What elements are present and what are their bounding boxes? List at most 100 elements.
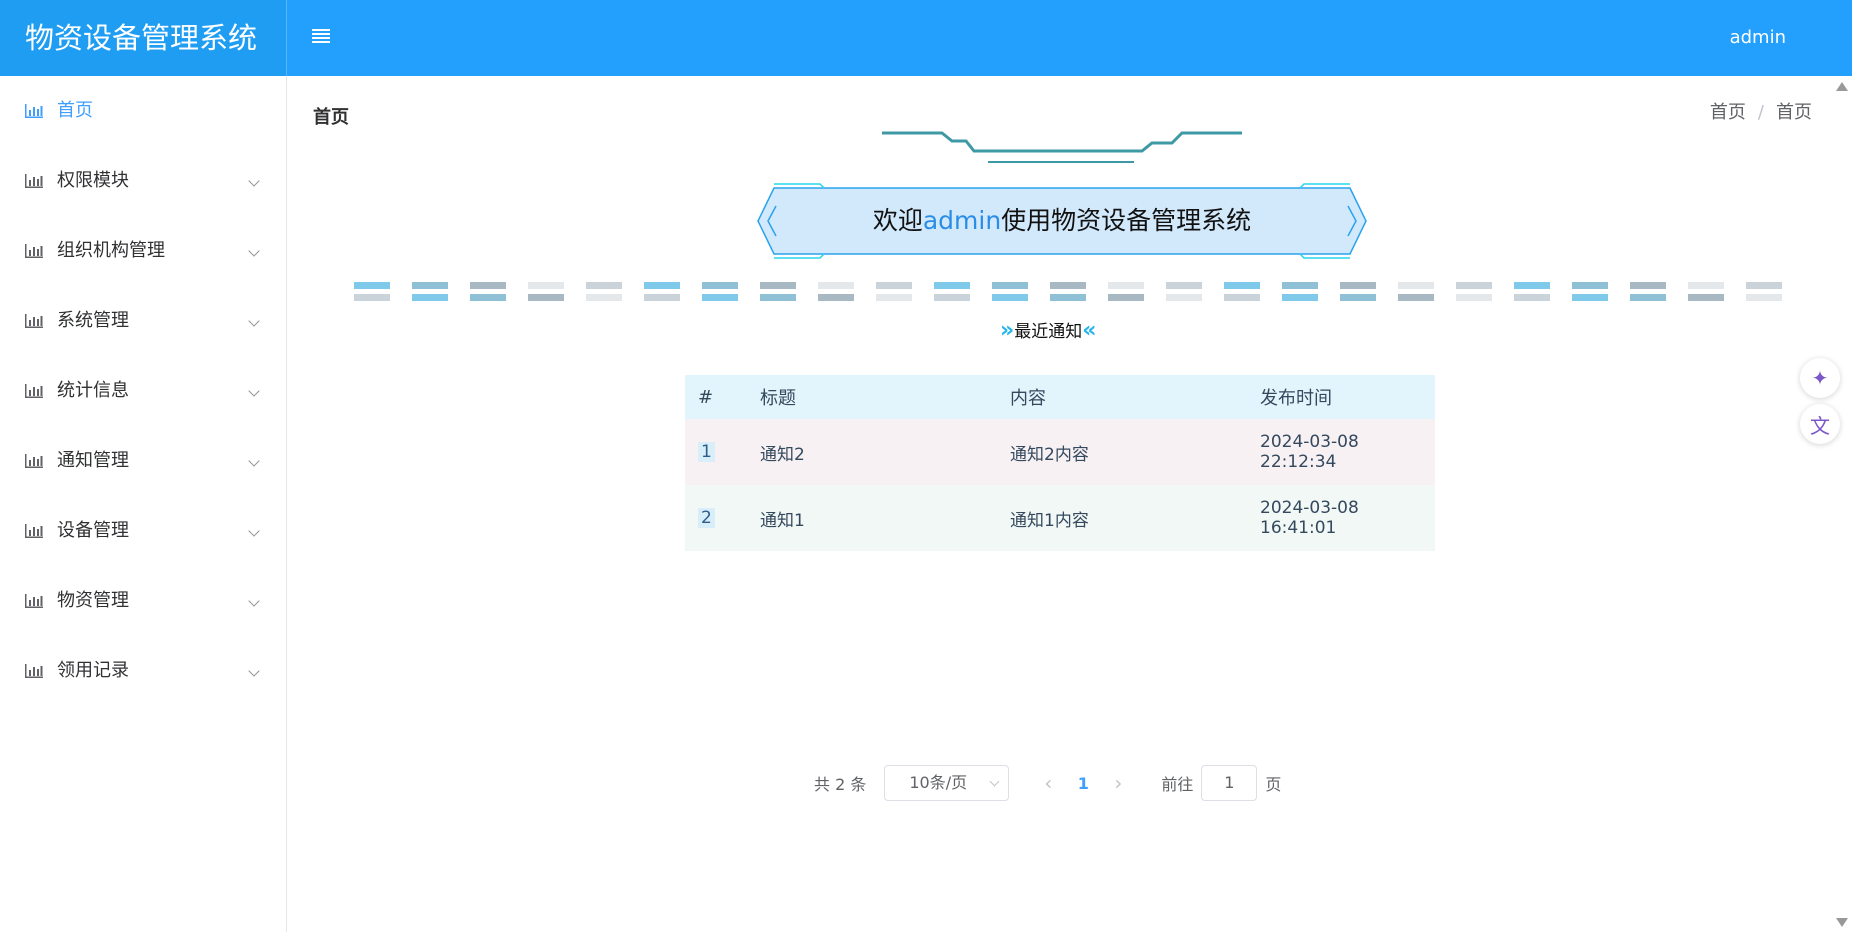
page-number[interactable]: 1 [1063,774,1103,793]
decorative-dash [354,282,390,289]
user-name[interactable]: admin [1730,0,1786,76]
sidebar-item-organization[interactable]: 组织机构管理 [0,216,286,286]
chevron-down-icon [248,665,260,677]
pagination-total: 共 2 条 [814,775,867,794]
hamburger-icon[interactable] [312,27,338,49]
decorative-dash [644,294,680,301]
decorative-dash [1514,282,1550,289]
row-time: 2024-03-08 22:12:34 [1260,432,1359,472]
sidebar-item-materials[interactable]: 物资管理 [0,566,286,636]
bar-chart-icon [25,244,43,258]
sidebar-item-label: 领用记录 [57,660,129,681]
decorative-dash [1572,294,1608,301]
row-content: 通知2内容 [1010,444,1089,465]
welcome-text: 欢迎admin使用物资设备管理系统 [754,180,1370,262]
pagination: 共 2 条 10条/页 ‹ 1 › 前往 1 页 [814,765,1281,801]
decorative-dash [1166,282,1202,289]
sidebar-item-label: 物资管理 [57,590,129,611]
column-header: # [698,386,714,408]
decorative-dash [412,282,448,289]
decorative-dash [1746,294,1782,301]
decorative-dash [1224,282,1260,289]
page-size-select[interactable]: 10条/页 [884,765,1010,801]
decorative-dash-row [354,282,1782,304]
scroll-up-arrow[interactable] [1836,82,1848,91]
sidebar: 首页 权限模块 组织机构管理 系统管理 统计信息 通知管理 设备管理 物资管理 … [0,76,287,932]
chevron-down-icon [248,595,260,607]
column-header: 标题 [760,388,796,409]
decorative-dash [876,294,912,301]
bar-chart-icon [25,664,43,678]
sidebar-item-notices[interactable]: 通知管理 [0,426,286,496]
decorative-dash [1050,282,1086,289]
row-title: 通知1 [760,510,805,531]
decorative-dash [818,294,854,301]
double-chevron-right-icon: » [1000,318,1015,343]
sidebar-item-records[interactable]: 领用记录 [0,636,286,706]
notice-title-text: 最近通知 [1014,322,1083,342]
decorative-dash [412,294,448,301]
goto-suffix: 页 [1265,775,1282,794]
decorative-dash [470,282,506,289]
sparkle-icon[interactable]: ✦ [1800,358,1840,398]
next-page-button[interactable]: › [1103,771,1133,795]
sidebar-item-equipment[interactable]: 设备管理 [0,496,286,566]
row-title: 通知2 [760,444,805,465]
column-header: 发布时间 [1260,388,1332,409]
decorative-dash [818,282,854,289]
scrollbar[interactable] [1832,76,1852,932]
prev-page-button[interactable]: ‹ [1033,771,1063,795]
sidebar-item-statistics[interactable]: 统计信息 [0,356,286,426]
decorative-dash [1340,282,1376,289]
goto-page-input[interactable]: 1 [1201,765,1258,801]
bar-chart-icon [25,454,43,468]
sidebar-item-label: 设备管理 [57,520,129,541]
page-title: 首页 [313,107,349,128]
decorative-dash [1456,282,1492,289]
decorative-dash [1398,294,1434,301]
decorative-dash [992,294,1028,301]
sidebar-item-permissions[interactable]: 权限模块 [0,146,286,216]
table-row[interactable]: 2 通知1 通知1内容 2024-03-08 16:41:01 [685,485,1435,551]
table-row[interactable]: 1 通知2 通知2内容 2024-03-08 22:12:34 [685,419,1435,485]
double-chevron-left-icon: « [1082,318,1097,343]
breadcrumb-item[interactable]: 首页 [1710,102,1746,123]
row-index-cell: 1 [685,442,760,462]
top-bar: 物资设备管理系统 admin [0,0,1852,76]
main-content: 首页 首页 / 首页 欢迎admin使用物资设备管理系统 »最近通知« # 标题 内… [288,76,1832,932]
sidebar-item-label: 系统管理 [57,310,129,331]
row-index-cell: 2 [685,508,760,528]
chevron-down-icon [248,245,260,257]
table-header: # 标题 内容 发布时间 [685,375,1435,419]
scroll-down-arrow[interactable] [1836,918,1848,927]
chevron-down-icon [248,385,260,397]
sidebar-item-home[interactable]: 首页 [0,76,286,146]
decorative-dash [1630,294,1666,301]
sidebar-item-system[interactable]: 系统管理 [0,286,286,356]
breadcrumb-separator: / [1757,102,1764,123]
translate-icon[interactable]: 文 [1800,404,1840,444]
decorative-dash [1572,282,1608,289]
row-content: 通知1内容 [1010,510,1089,531]
bar-chart-icon [25,174,43,188]
decorative-dash [934,294,970,301]
app-title: 物资设备管理系统 [0,0,287,76]
breadcrumb: 首页 / 首页 [1710,98,1812,124]
bar-chart-icon [25,384,43,398]
row-time: 2024-03-08 16:41:01 [1260,498,1359,538]
row-index: 2 [698,508,715,528]
bar-chart-icon [25,104,43,118]
decorative-dash [1630,282,1666,289]
decorative-dash [702,282,738,289]
sidebar-item-label: 首页 [57,100,93,121]
decorative-dash [1688,294,1724,301]
decorative-dash [1340,294,1376,301]
welcome-prefix: 欢迎 [872,206,923,235]
decorative-dash [1050,294,1086,301]
chevron-down-icon [248,175,260,187]
sidebar-item-label: 组织机构管理 [57,240,165,261]
decorative-dash [1688,282,1724,289]
decorative-dash [644,282,680,289]
page-size-value: 10条/页 [909,773,968,792]
welcome-user: admin [922,206,1002,235]
